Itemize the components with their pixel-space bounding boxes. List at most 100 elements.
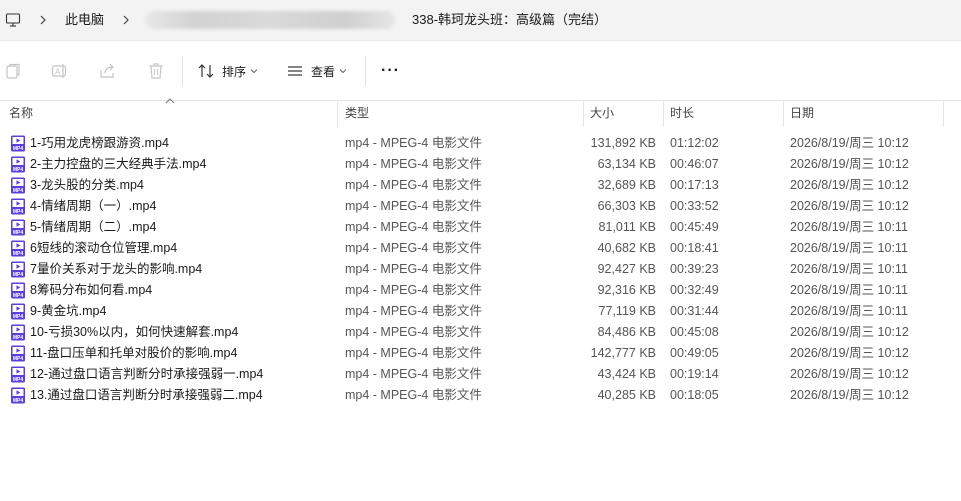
svg-text:MP4: MP4 [13,230,24,236]
file-duration: 00:46:07 [670,157,719,171]
file-duration: 00:45:49 [670,220,719,234]
file-size: 142,777 KB [590,346,656,360]
share-icon[interactable] [99,62,117,80]
file-duration: 00:18:41 [670,241,719,255]
command-bar: A 排序 查看 ··· [0,40,961,101]
file-type: mp4 - MPEG-4 电影文件 [345,241,482,255]
svg-text:MP4: MP4 [13,356,24,362]
file-size: 77,119 KB [598,304,656,318]
file-row[interactable]: MP4 7量价关系对于龙头的影响.mp4 mp4 - MPEG-4 电影文件 9… [0,259,961,280]
file-duration: 00:32:49 [670,283,719,297]
file-date: 2026/8/19/周三 10:11 [790,283,908,297]
file-size: 92,427 KB [597,262,656,276]
column-header-name[interactable]: 名称 [9,100,33,127]
file-type: mp4 - MPEG-4 电影文件 [345,325,482,339]
file-date: 2026/8/19/周三 10:12 [790,367,909,381]
breadcrumb-current-folder[interactable]: 338-韩珂龙头班：高级篇（完结） [412,12,607,28]
file-size: 131,892 KB [590,136,656,150]
file-row[interactable]: MP4 3-龙头股的分类.mp4 mp4 - MPEG-4 电影文件 32,68… [0,175,961,196]
svg-text:MP4: MP4 [13,146,24,152]
chevron-right-icon[interactable] [38,12,48,28]
file-type: mp4 - MPEG-4 电影文件 [345,136,482,150]
chevron-down-icon [250,69,258,74]
file-row[interactable]: MP4 5-情绪周期（二）.mp4 mp4 - MPEG-4 电影文件 81,0… [0,217,961,238]
file-type: mp4 - MPEG-4 电影文件 [345,199,482,213]
svg-text:MP4: MP4 [13,272,24,278]
file-name: 10-亏损30%以内，如何快速解套.mp4 [30,325,239,339]
file-size: 66,303 KB [597,199,656,213]
file-name: 5-情绪周期（二）.mp4 [30,220,157,234]
sort-button[interactable]: 排序 [198,61,258,81]
file-duration: 01:12:02 [670,136,719,150]
file-name: 8筹码分布如何看.mp4 [30,283,153,297]
file-size: 40,682 KB [597,241,656,255]
svg-text:MP4: MP4 [13,293,24,299]
blurred-breadcrumb[interactable] [145,11,395,29]
file-row[interactable]: MP4 12-通过盘口语言判断分时承接强弱一.mp4 mp4 - MPEG-4 … [0,364,961,385]
file-name: 9-黄金坑.mp4 [30,304,107,318]
file-row[interactable]: MP4 10-亏损30%以内，如何快速解套.mp4 mp4 - MPEG-4 电… [0,322,961,343]
rename-icon[interactable]: A [51,62,69,80]
svg-text:MP4: MP4 [13,188,24,194]
file-row[interactable]: MP4 2-主力控盘的三大经典手法.mp4 mp4 - MPEG-4 电影文件 … [0,154,961,175]
chevron-right-icon[interactable] [121,12,131,28]
mp4-file-icon: MP4 [11,156,25,173]
file-date: 2026/8/19/周三 10:12 [790,157,909,171]
mp4-file-icon: MP4 [11,219,25,236]
mp4-file-icon: MP4 [11,324,25,341]
toolbar-divider [182,56,183,86]
file-duration: 00:17:13 [670,178,719,192]
file-duration: 00:18:05 [670,388,719,402]
column-header-size[interactable]: 大小 [590,100,614,127]
file-row[interactable]: MP4 6短线的滚动仓位管理.mp4 mp4 - MPEG-4 电影文件 40,… [0,238,961,259]
file-type: mp4 - MPEG-4 电影文件 [345,283,482,297]
file-row[interactable]: MP4 8筹码分布如何看.mp4 mp4 - MPEG-4 电影文件 92,31… [0,280,961,301]
file-row[interactable]: MP4 1-巧用龙虎榜跟游资.mp4 mp4 - MPEG-4 电影文件 131… [0,133,961,154]
address-bar[interactable]: 此电脑 338-韩珂龙头班：高级篇（完结） [0,0,961,40]
svg-text:A: A [55,68,61,77]
column-header-row: 名称 类型 大小 时长 日期 [0,98,961,127]
column-divider[interactable] [583,100,584,127]
view-icon [288,66,302,76]
mp4-file-icon: MP4 [11,366,25,383]
mp4-file-icon: MP4 [11,387,25,404]
file-size: 92,316 KB [597,283,656,297]
file-name: 4-情绪周期（一）.mp4 [30,199,157,213]
file-type: mp4 - MPEG-4 电影文件 [345,304,482,318]
view-label: 查看 [311,64,336,79]
file-date: 2026/8/19/周三 10:12 [790,325,909,339]
file-size: 63,134 KB [597,157,656,171]
file-type: mp4 - MPEG-4 电影文件 [345,262,482,276]
file-row[interactable]: MP4 13.通过盘口语言判断分时承接强弱二.mp4 mp4 - MPEG-4 … [0,385,961,406]
file-duration: 00:31:44 [670,304,719,318]
copy-icon[interactable] [4,62,22,80]
file-date: 2026/8/19/周三 10:12 [790,136,909,150]
view-button[interactable]: 查看 [287,61,347,81]
sort-label: 排序 [222,64,247,79]
mp4-file-icon: MP4 [11,303,25,320]
column-header-type[interactable]: 类型 [345,100,369,127]
file-date: 2026/8/19/周三 10:11 [790,262,908,276]
svg-text:MP4: MP4 [13,398,24,404]
computer-icon[interactable] [5,12,21,28]
file-type: mp4 - MPEG-4 电影文件 [345,388,482,402]
file-row[interactable]: MP4 9-黄金坑.mp4 mp4 - MPEG-4 电影文件 77,119 K… [0,301,961,322]
delete-icon[interactable] [147,62,165,80]
column-divider[interactable] [783,100,784,127]
file-name: 11-盘口压单和托单对股价的影响.mp4 [30,346,238,360]
column-divider[interactable] [663,100,664,127]
toolbar-divider [365,56,366,86]
breadcrumb-this-pc[interactable]: 此电脑 [65,12,104,28]
column-divider[interactable] [337,100,338,127]
file-size: 81,011 KB [598,220,656,234]
more-options-button[interactable]: ··· [381,61,400,81]
column-header-duration[interactable]: 时长 [670,100,694,127]
svg-text:MP4: MP4 [13,335,24,341]
column-header-date[interactable]: 日期 [790,100,814,127]
column-divider[interactable] [943,100,944,127]
mp4-file-icon: MP4 [11,198,25,215]
mp4-file-icon: MP4 [11,345,25,362]
file-type: mp4 - MPEG-4 电影文件 [345,220,482,234]
file-row[interactable]: MP4 4-情绪周期（一）.mp4 mp4 - MPEG-4 电影文件 66,3… [0,196,961,217]
file-row[interactable]: MP4 11-盘口压单和托单对股价的影响.mp4 mp4 - MPEG-4 电影… [0,343,961,364]
